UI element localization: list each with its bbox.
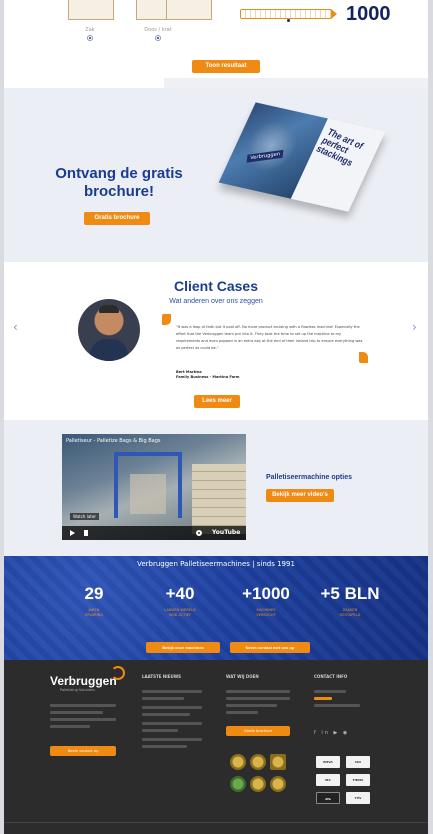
video-controls: YouTube — [62, 526, 246, 540]
cert-logo: ISO — [346, 756, 370, 768]
video-section: Palletiseur - Palletize Bags & Big Bags … — [4, 420, 428, 556]
footer-contact-info[interactable] — [314, 690, 360, 711]
social-icons[interactable]: f in ▶ ◉ — [314, 730, 349, 736]
footer-contact-button[interactable]: Neem contact op — [50, 746, 116, 756]
stats-title: Verbruggen Palletiseermachines | sinds 1… — [137, 560, 295, 568]
play-icon[interactable] — [70, 530, 75, 536]
footer-logo[interactable]: Verbruggen — [50, 674, 117, 688]
avatar — [78, 299, 140, 361]
carousel-prev-icon[interactable]: ‹ — [13, 320, 18, 334]
brochure-section: Ontvang de gratis brochure! Gratis broch… — [4, 88, 428, 262]
slider-thumb[interactable] — [287, 19, 290, 22]
slider-arrow-icon — [331, 9, 337, 19]
footer-brochure-button[interactable]: Gratis brochure — [226, 726, 290, 736]
brochure-image: The art of perfect stackings Verbruggen — [218, 102, 388, 212]
video-options-title: Palletiseermachine opties — [266, 474, 352, 481]
video-player[interactable]: Palletiseur - Palletize Bags & Big Bags … — [62, 434, 246, 540]
award-badge-icon — [270, 754, 286, 770]
footer-services-text — [226, 690, 290, 718]
read-more-button[interactable]: Lees meer — [194, 395, 240, 408]
author-company: Family Business - Martina Farm — [176, 375, 240, 379]
stat-years: 29 JAREN ERVARING — [84, 584, 104, 617]
cert-logo: dfa — [316, 792, 340, 804]
quote-open-icon — [162, 314, 171, 325]
stat-machines: +1000 MACHINES VERKOCHT — [242, 584, 290, 617]
quantity-slider[interactable] — [240, 9, 337, 22]
footer: Verbruggen Palletizing Solutions Neem co… — [4, 660, 428, 834]
testimonial-author: Bert Martina Family Business - Martina F… — [176, 370, 296, 380]
cases-title: Client Cases — [173, 278, 259, 294]
calculator-section: Zak Doos / krat 1000 Toon resultaat — [4, 0, 428, 88]
footer-bottom-bar — [4, 822, 428, 834]
gear-icon[interactable] — [196, 530, 202, 536]
show-results-button[interactable]: Toon resultaat — [192, 60, 260, 73]
footer-contact-title: CONTACT INFO — [314, 674, 348, 679]
radio-bag[interactable] — [87, 35, 93, 41]
footer-news-list[interactable] — [142, 690, 202, 752]
contact-us-button[interactable]: Neem contact met ons op — [230, 642, 310, 653]
award-badge-icon — [230, 754, 246, 770]
logo-ring-icon — [111, 666, 125, 680]
stat-bags: +5 BLN ZAKKEN GESTAPELD — [320, 584, 380, 617]
stat-countries: +40 LANDEN WERELD WIJD ACTIEF — [164, 584, 196, 617]
bag-illustration — [68, 0, 114, 20]
testimonial-text: "It was a leap of faith but it paid off.… — [176, 325, 363, 350]
section-divider — [164, 78, 428, 88]
brochure-book: The art of perfect stackings Verbruggen — [218, 102, 386, 212]
award-badge-icon — [250, 776, 266, 792]
quantity-value: 1000 — [346, 3, 391, 25]
cert-logo: TÜV — [346, 792, 370, 804]
footer-news-title: LAATSTE NIEUWS — [142, 674, 182, 679]
cases-subtitle: Wat anderen over ons zeggen — [169, 298, 263, 305]
client-cases-section: Client Cases Wat anderen over ons zeggen… — [4, 262, 428, 420]
crate-illustration — [166, 0, 212, 20]
radio-box[interactable] — [155, 35, 161, 41]
brochure-title: Ontvang de gratis brochure! — [55, 165, 183, 200]
more-videos-button[interactable]: Bekijk meer video's — [266, 489, 334, 502]
option-label-bag: Zak — [85, 27, 95, 33]
cert-logo: EMVA — [316, 756, 340, 768]
option-label-box: Doos / krat — [144, 27, 172, 33]
award-badge-icon — [230, 776, 246, 792]
carousel-next-icon[interactable]: › — [412, 320, 417, 334]
quote-close-icon — [359, 352, 368, 363]
stats-section: Verbruggen Palletiseermachines | sinds 1… — [4, 556, 428, 660]
volume-icon[interactable] — [84, 530, 88, 536]
packaging-illustrations — [64, 0, 214, 28]
footer-about-text — [50, 704, 116, 732]
video-title: Palletiseur - Palletize Bags & Big Bags — [66, 438, 161, 444]
cert-logo: FIRMA — [346, 774, 370, 786]
page-frame: Zak Doos / krat 1000 Toon resultaat Ontv… — [4, 0, 428, 834]
award-badge-icon — [270, 776, 286, 792]
award-badge-icon — [250, 754, 266, 770]
footer-tagline: Palletizing Solutions — [60, 688, 95, 692]
view-machines-button[interactable]: Bekijk onze machines — [146, 642, 220, 653]
cert-logo: IBC — [316, 774, 340, 786]
free-brochure-button[interactable]: Gratis brochure — [84, 212, 150, 225]
youtube-logo[interactable]: YouTube — [212, 529, 240, 536]
footer-services-title: WAT WIJ DOEN — [226, 674, 259, 679]
watch-later-button[interactable]: Watch later — [70, 513, 99, 520]
machine-image — [114, 452, 182, 518]
